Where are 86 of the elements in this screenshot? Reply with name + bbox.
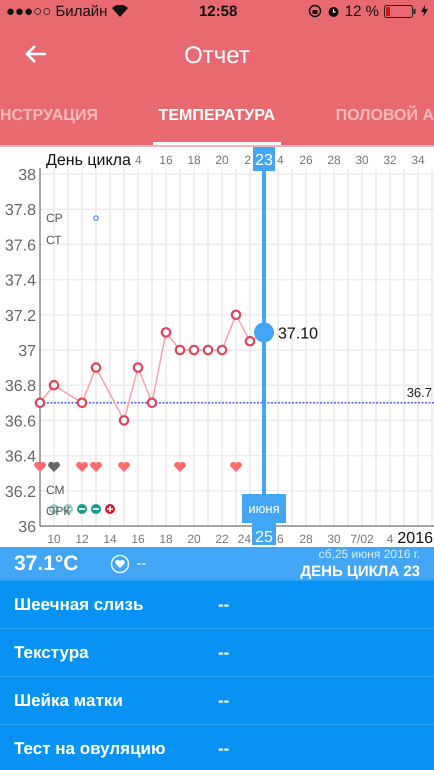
temperature-point xyxy=(188,344,200,356)
year-label: 2016 xyxy=(397,530,433,545)
axis-label: 36.4 xyxy=(4,448,36,466)
row-label: СР xyxy=(46,211,63,225)
date-label: 28 xyxy=(299,532,313,545)
temperature-point xyxy=(34,398,46,408)
clock: 12:58 xyxy=(198,2,238,20)
charging-icon xyxy=(421,5,428,17)
cycle-day-label: 16 xyxy=(159,153,173,167)
axis-label: 37.6 xyxy=(4,237,36,254)
date-label: 4 xyxy=(386,532,394,545)
detail-label: Тест на овуляцию xyxy=(14,738,166,758)
date-label: 12 xyxy=(75,532,89,545)
cycle-day-label: 32 xyxy=(383,153,397,167)
selected-value: 37.10 xyxy=(278,325,318,342)
date-label: 18 xyxy=(159,532,173,545)
detail-row[interactable]: Текстура -- xyxy=(0,628,434,676)
temperature-point xyxy=(174,344,186,356)
cycle-day: ДЕНЬ ЦИКЛА 23 xyxy=(300,563,420,580)
detail-label: Текстура xyxy=(14,642,90,662)
axis-label: 36.6 xyxy=(4,413,36,430)
selected-day-badge: 23 xyxy=(253,147,275,171)
temperature-point xyxy=(230,310,242,320)
cycle-day-label: 20 xyxy=(215,153,229,167)
cycle-day-label: 26 xyxy=(299,153,313,167)
date-label: 7/02 xyxy=(350,532,374,545)
temperature-value: 37.1°C xyxy=(14,552,78,576)
date-label: 24 xyxy=(238,532,251,545)
date-label: 10 xyxy=(47,532,61,545)
cycle-day-label: 18 xyxy=(187,153,201,167)
row-label: СТ xyxy=(46,233,62,247)
temperature-point xyxy=(76,398,88,408)
date-label: 22 xyxy=(215,532,229,545)
cycle-day-label: 28 xyxy=(327,153,341,167)
temperature-point xyxy=(48,380,60,390)
axis-label: 36.2 xyxy=(4,484,36,501)
cover-line-value: 36.7 xyxy=(406,384,432,400)
tab[interactable]: ТЕМПЕРАТУРА xyxy=(152,90,282,145)
battery-icon xyxy=(384,4,416,18)
detail-label: Шеечная слизь xyxy=(14,594,144,614)
axis-label: 37.4 xyxy=(4,272,36,290)
alarm-icon xyxy=(326,4,340,18)
axis-label: 37.2 xyxy=(4,308,36,325)
detail-row[interactable]: Тест на овуляцию -- xyxy=(0,724,434,770)
temperature-point xyxy=(202,344,214,356)
cycle-day-label: 34 xyxy=(411,153,425,167)
date-label: 20 xyxy=(187,532,201,545)
detail-value: -- xyxy=(218,690,230,710)
tab[interactable]: ПОЛОВОЙ А xyxy=(336,90,434,145)
detail-value: -- xyxy=(218,594,230,614)
detail-row[interactable]: Шейка матки -- xyxy=(0,676,434,724)
axis-label: 38 xyxy=(18,167,36,184)
temperature-point xyxy=(132,362,144,373)
date-label: 6 xyxy=(277,532,284,545)
carrier: ●●●○○ Билайн xyxy=(6,2,108,20)
axis-label: 36.8 xyxy=(4,378,36,396)
cycle-day-label: 4 xyxy=(135,153,142,167)
date: сб,25 июня 2016 г. xyxy=(318,547,420,561)
rotation-lock-icon xyxy=(308,4,322,18)
detail-row[interactable]: Шеечная слизь -- xyxy=(0,580,434,628)
axis-label: 36 xyxy=(18,519,36,536)
battery-percent: 12 % xyxy=(344,2,379,20)
temperature-point xyxy=(216,344,228,356)
temperature-point xyxy=(160,327,172,338)
wifi-icon xyxy=(112,5,128,17)
screen-title: Отчет xyxy=(184,42,250,70)
intercourse-value: -- xyxy=(136,555,146,572)
axis-label: 37.8 xyxy=(4,202,36,220)
detail-label: Шейка матки xyxy=(14,690,124,710)
cycle-day-label: 2 xyxy=(244,153,251,167)
detail-value: -- xyxy=(218,642,230,662)
cycle-day-title: День цикла xyxy=(46,152,131,169)
cycle-day-label: 30 xyxy=(355,153,369,167)
axis-label: 37 xyxy=(18,343,36,360)
temperature-point xyxy=(244,336,256,346)
row-label: СМ xyxy=(46,483,65,497)
selected-point xyxy=(254,322,274,342)
tab[interactable]: НСТРУАЦИЯ xyxy=(0,90,98,145)
date-label: 30 xyxy=(327,532,341,545)
detail-value: -- xyxy=(218,738,230,758)
date-label: 16 xyxy=(131,532,145,545)
temperature-point xyxy=(146,398,158,408)
cycle-day-label: 4 xyxy=(277,153,284,167)
date-label: 14 xyxy=(103,532,117,545)
temperature-point xyxy=(90,362,102,373)
temperature-point xyxy=(118,415,130,426)
